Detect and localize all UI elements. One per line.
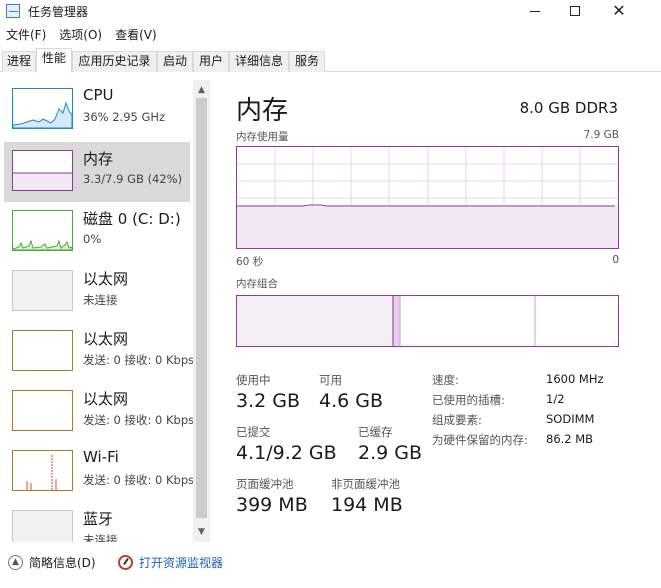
menu-view[interactable]: 查看(V): [109, 26, 164, 44]
device-subtitle: 3.3/7.9 GB (42%): [83, 172, 183, 186]
device-subtitle: 未连接: [83, 293, 118, 307]
minimize-icon: [530, 10, 540, 12]
device-item-bluetooth[interactable]: 蓝牙 未连接: [4, 502, 190, 542]
page-title: 内存: [236, 96, 289, 126]
memory-composition-bar: [236, 295, 619, 347]
maximize-button[interactable]: [552, 0, 598, 22]
cpu-graph-icon: [12, 88, 73, 129]
device-subtitle: 发送: 0 接收: 0 Kbps: [83, 473, 195, 487]
menu-options[interactable]: 选项(O): [53, 26, 109, 44]
tab-bar: 进程 性能 应用历史记录 启动 用户 详细信息 服务: [0, 48, 661, 73]
device-subtitle: 发送: 0 接收: 0 Kbps: [83, 413, 195, 427]
disk-graph-icon: [12, 210, 73, 251]
committed-value: 4.1/9.2 GB: [236, 442, 337, 464]
speed-value: 1600 MHz: [546, 372, 604, 386]
device-item-ethernet[interactable]: 以太网 发送: 0 接收: 0 Kbps: [4, 322, 194, 382]
fewer-details-button[interactable]: ▲ 简略信息(D): [8, 554, 96, 571]
open-resource-monitor-link[interactable]: 打开资源监视器: [118, 554, 223, 571]
cached-label: 已缓存: [358, 425, 393, 439]
memory-detail-panel: 内存 8.0 GB DDR3 内存使用量 7.9 GB 60 秒 0 内存组合 …: [218, 80, 648, 545]
chevron-up-icon: ▲: [8, 555, 23, 570]
device-item-ethernet[interactable]: 以太网 发送: 0 接收: 0 Kbps: [4, 382, 194, 442]
menu-file[interactable]: 文件(F): [0, 26, 53, 44]
scroll-up-icon[interactable]: ▲: [193, 82, 210, 98]
in-use-label: 使用中: [236, 373, 271, 387]
cached-value: 2.9 GB: [358, 442, 423, 464]
memory-spec: 8.0 GB DDR3: [519, 99, 618, 117]
tab-processes[interactable]: 进程: [2, 51, 36, 72]
ethernet-graph-icon: [12, 330, 73, 371]
hardware-reserved-label: 为硬件保留的内存:: [432, 433, 528, 447]
paged-pool-label: 页面缓冲池: [236, 477, 294, 491]
paged-pool-value: 399 MB: [236, 494, 308, 516]
memory-usage-graph: [236, 146, 619, 249]
device-item-wifi[interactable]: Wi-Fi 发送: 0 接收: 0 Kbps: [4, 442, 194, 502]
device-list: CPU 36% 2.95 GHz 内存 3.3/7.9 GB (42%) 磁盘 …: [0, 80, 195, 542]
available-value: 4.6 GB: [319, 390, 384, 412]
bottom-bar: ▲ 简略信息(D) 打开资源监视器: [0, 546, 661, 588]
tab-users[interactable]: 用户: [193, 51, 229, 72]
title-bar: 任务管理器 ✕: [0, 0, 661, 22]
memory-graph-icon: [12, 150, 73, 191]
nonpaged-pool-value: 194 MB: [331, 494, 403, 516]
device-name: Wi-Fi: [83, 448, 119, 466]
task-manager-icon: [6, 4, 20, 18]
committed-label: 已提交: [236, 425, 271, 439]
in-use-value: 3.2 GB: [236, 390, 301, 412]
device-subtitle: 发送: 0 接收: 0 Kbps: [83, 353, 195, 367]
device-name: 以太网: [83, 270, 129, 288]
fewer-details-label: 简略信息(D): [29, 556, 96, 570]
device-item-ethernet[interactable]: 以太网 未连接: [4, 262, 190, 322]
slots-value: 1/2: [546, 392, 565, 406]
tab-startup[interactable]: 启动: [157, 51, 193, 72]
time-left-label: 60 秒: [236, 256, 264, 268]
device-list-scrollbar[interactable]: ▲ ▼: [193, 80, 210, 542]
scroll-thumb[interactable]: [196, 98, 207, 518]
device-subtitle: 0%: [83, 232, 102, 246]
device-name: CPU: [83, 86, 114, 104]
tab-app-history[interactable]: 应用历史记录: [72, 51, 157, 72]
device-subtitle: 未连接: [83, 533, 118, 542]
form-factor-value: SODIMM: [546, 412, 595, 426]
tab-performance[interactable]: 性能: [36, 48, 72, 73]
speed-label: 速度:: [432, 373, 459, 387]
wifi-graph-icon: [12, 450, 73, 491]
resource-monitor-label: 打开资源监视器: [139, 556, 224, 570]
nonpaged-pool-label: 非页面缓冲池: [331, 477, 400, 491]
menu-bar: 文件(F) 选项(O) 查看(V): [0, 26, 164, 44]
ethernet-graph-icon: [12, 270, 73, 311]
time-right-label: 0: [612, 254, 619, 266]
device-name: 内存: [83, 150, 114, 168]
device-name: 蓝牙: [83, 510, 114, 528]
scroll-down-icon[interactable]: ▼: [193, 524, 210, 540]
close-icon: ✕: [612, 1, 626, 20]
available-label: 可用: [319, 373, 342, 387]
device-item-cpu[interactable]: CPU 36% 2.95 GHz: [4, 80, 190, 140]
close-button[interactable]: ✕: [596, 0, 642, 22]
bluetooth-graph-icon: [12, 510, 73, 542]
device-item-memory[interactable]: 内存 3.3/7.9 GB (42%): [4, 142, 190, 202]
device-name: 以太网: [83, 330, 129, 348]
slots-label: 已使用的插槽:: [432, 393, 505, 407]
tab-services[interactable]: 服务: [289, 51, 325, 72]
ethernet-graph-icon: [12, 390, 73, 431]
tab-details[interactable]: 详细信息: [229, 51, 289, 72]
composition-label: 内存组合: [236, 278, 278, 290]
usage-label: 内存使用量: [236, 131, 289, 143]
device-subtitle: 36% 2.95 GHz: [83, 110, 166, 124]
usage-max-label: 7.9 GB: [583, 129, 619, 141]
device-name: 磁盘 0 (C: D:): [83, 210, 181, 228]
window-title: 任务管理器: [28, 5, 89, 19]
resource-monitor-icon: [118, 555, 133, 570]
form-factor-label: 组成要素:: [432, 413, 482, 427]
hardware-reserved-value: 86.2 MB: [546, 432, 594, 446]
device-item-disk[interactable]: 磁盘 0 (C: D:) 0%: [4, 202, 190, 262]
device-name: 以太网: [83, 390, 129, 408]
maximize-icon: [570, 6, 580, 16]
